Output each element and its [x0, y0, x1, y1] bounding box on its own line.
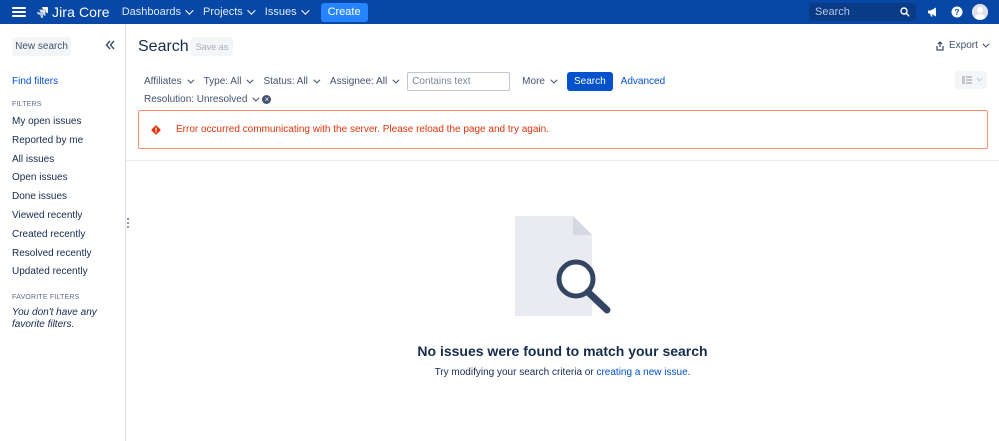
assignee-filter-label: Assignee: All — [329, 75, 388, 87]
export-icon — [936, 40, 944, 51]
contains-text-input[interactable]: Contains text — [407, 71, 511, 91]
error-message-text: Error occurred communicating with the se… — [176, 124, 549, 135]
help-button[interactable]: ? — [950, 3, 964, 21]
remove-filter-icon[interactable]: × — [262, 95, 272, 104]
chevron-down-icon — [252, 94, 260, 102]
chevron-down-icon — [185, 6, 194, 15]
assignee-filter[interactable]: Assignee: All — [324, 71, 403, 91]
list-view-icon — [962, 76, 972, 84]
create-button[interactable]: Create — [320, 2, 368, 22]
nav-issues[interactable]: Issues — [264, 6, 310, 18]
megaphone-icon — [928, 7, 936, 17]
filters-header: FILTERS — [12, 101, 42, 108]
type-filter-label: Type: All — [203, 75, 242, 87]
chevron-down-icon — [976, 75, 983, 82]
filter-created-recently[interactable]: Created recently — [12, 229, 85, 240]
nav-issues-label: Issues — [264, 6, 297, 18]
no-results-illustration-icon — [515, 216, 611, 316]
menu-icon[interactable] — [12, 7, 26, 17]
nav-projects[interactable]: Projects — [203, 6, 256, 18]
favorites-empty-line2: favorite filters. — [12, 319, 75, 330]
nav-dashboards[interactable]: Dashboards — [121, 6, 194, 18]
view-layout-toggle[interactable] — [955, 71, 987, 89]
chevron-down-icon — [300, 6, 310, 15]
filter-done-issues[interactable]: Done issues — [12, 191, 67, 202]
find-filters-link[interactable]: Find filters — [12, 76, 58, 87]
filter-updated-recently[interactable]: Updated recently — [12, 266, 88, 277]
contains-text-placeholder: Contains text — [412, 75, 471, 87]
chevron-down-icon — [392, 76, 400, 84]
status-filter-label: Status: All — [263, 75, 308, 87]
notifications-button[interactable] — [926, 3, 940, 21]
search-button[interactable]: Search — [566, 71, 613, 91]
filter-viewed-recently[interactable]: Viewed recently — [12, 210, 82, 221]
filter-my-open-issues[interactable]: My open issues — [12, 116, 81, 127]
chevron-down-icon — [246, 6, 256, 15]
page-title: Search — [138, 38, 189, 55]
status-filter[interactable]: Status: All — [257, 71, 323, 91]
chevron-down-icon — [550, 76, 558, 84]
filter-bar: Affiliates Type: All Status: All Assigne… — [138, 71, 665, 91]
help-icon: ? — [951, 6, 963, 18]
empty-state-suffix: . — [687, 367, 691, 378]
sidebar-resize-handle[interactable] — [127, 218, 129, 228]
top-nav: Jira Core Dashboards Projects Issues Cre… — [0, 0, 999, 24]
search-icon — [900, 7, 910, 17]
jira-logo-icon — [36, 7, 48, 18]
affiliates-filter-label: Affiliates — [144, 75, 182, 87]
global-search-placeholder: Search — [815, 6, 850, 18]
empty-state-prefix: Try modifying your search criteria or — [434, 367, 597, 378]
new-search-button[interactable]: New search — [12, 37, 71, 56]
filter-all-issues[interactable]: All issues — [12, 154, 54, 165]
error-message-box: Error occurred communicating with the se… — [138, 110, 988, 149]
results-divider — [126, 160, 999, 161]
create-new-issue-link[interactable]: creating a new issue — [596, 367, 687, 378]
collapse-sidebar-icon[interactable] — [105, 40, 115, 50]
filter-open-issues[interactable]: Open issues — [12, 172, 68, 183]
favorites-empty-message: You don't have any favorite filters. — [12, 307, 112, 331]
resolution-filter-label: Resolution: Unresolved — [144, 94, 248, 105]
filter-reported-by-me[interactable]: Reported by me — [12, 135, 83, 146]
more-filters-button[interactable]: More — [516, 71, 561, 91]
error-icon — [151, 124, 161, 135]
nav-dashboards-label: Dashboards — [121, 6, 182, 18]
favorites-empty-line1: You don't have any — [12, 307, 97, 318]
advanced-search-link[interactable]: Advanced — [621, 76, 665, 87]
more-filters-label: More — [522, 75, 545, 87]
empty-state-subtitle: Try modifying your search criteria or cr… — [0, 367, 999, 378]
save-as-button[interactable]: Save as — [191, 37, 233, 56]
resolution-filter[interactable]: Resolution: Unresolved × — [144, 94, 272, 105]
global-search-input[interactable]: Search — [809, 3, 916, 21]
chevron-down-icon — [313, 76, 321, 84]
chevron-down-icon — [187, 76, 195, 84]
filter-resolved-recently[interactable]: Resolved recently — [12, 248, 91, 259]
svg-text:?: ? — [955, 8, 960, 17]
empty-state-title: No issues were found to match your searc… — [417, 343, 708, 359]
export-label: Export — [949, 40, 978, 51]
user-avatar-icon — [972, 4, 988, 20]
avatar[interactable] — [972, 4, 988, 20]
nav-projects-label: Projects — [203, 6, 243, 18]
affiliates-filter[interactable]: Affiliates — [138, 71, 198, 91]
sidebar: New search Find filters FILTERS My open … — [0, 24, 126, 441]
favorite-filters-header: FAVORITE FILTERS — [12, 294, 80, 301]
chevron-down-icon — [982, 40, 990, 48]
type-filter[interactable]: Type: All — [198, 71, 258, 91]
chevron-down-icon — [246, 76, 254, 84]
product-logo[interactable]: Jira Core — [36, 4, 110, 20]
export-button[interactable]: Export — [935, 40, 990, 51]
product-name: Jira Core — [52, 4, 110, 20]
